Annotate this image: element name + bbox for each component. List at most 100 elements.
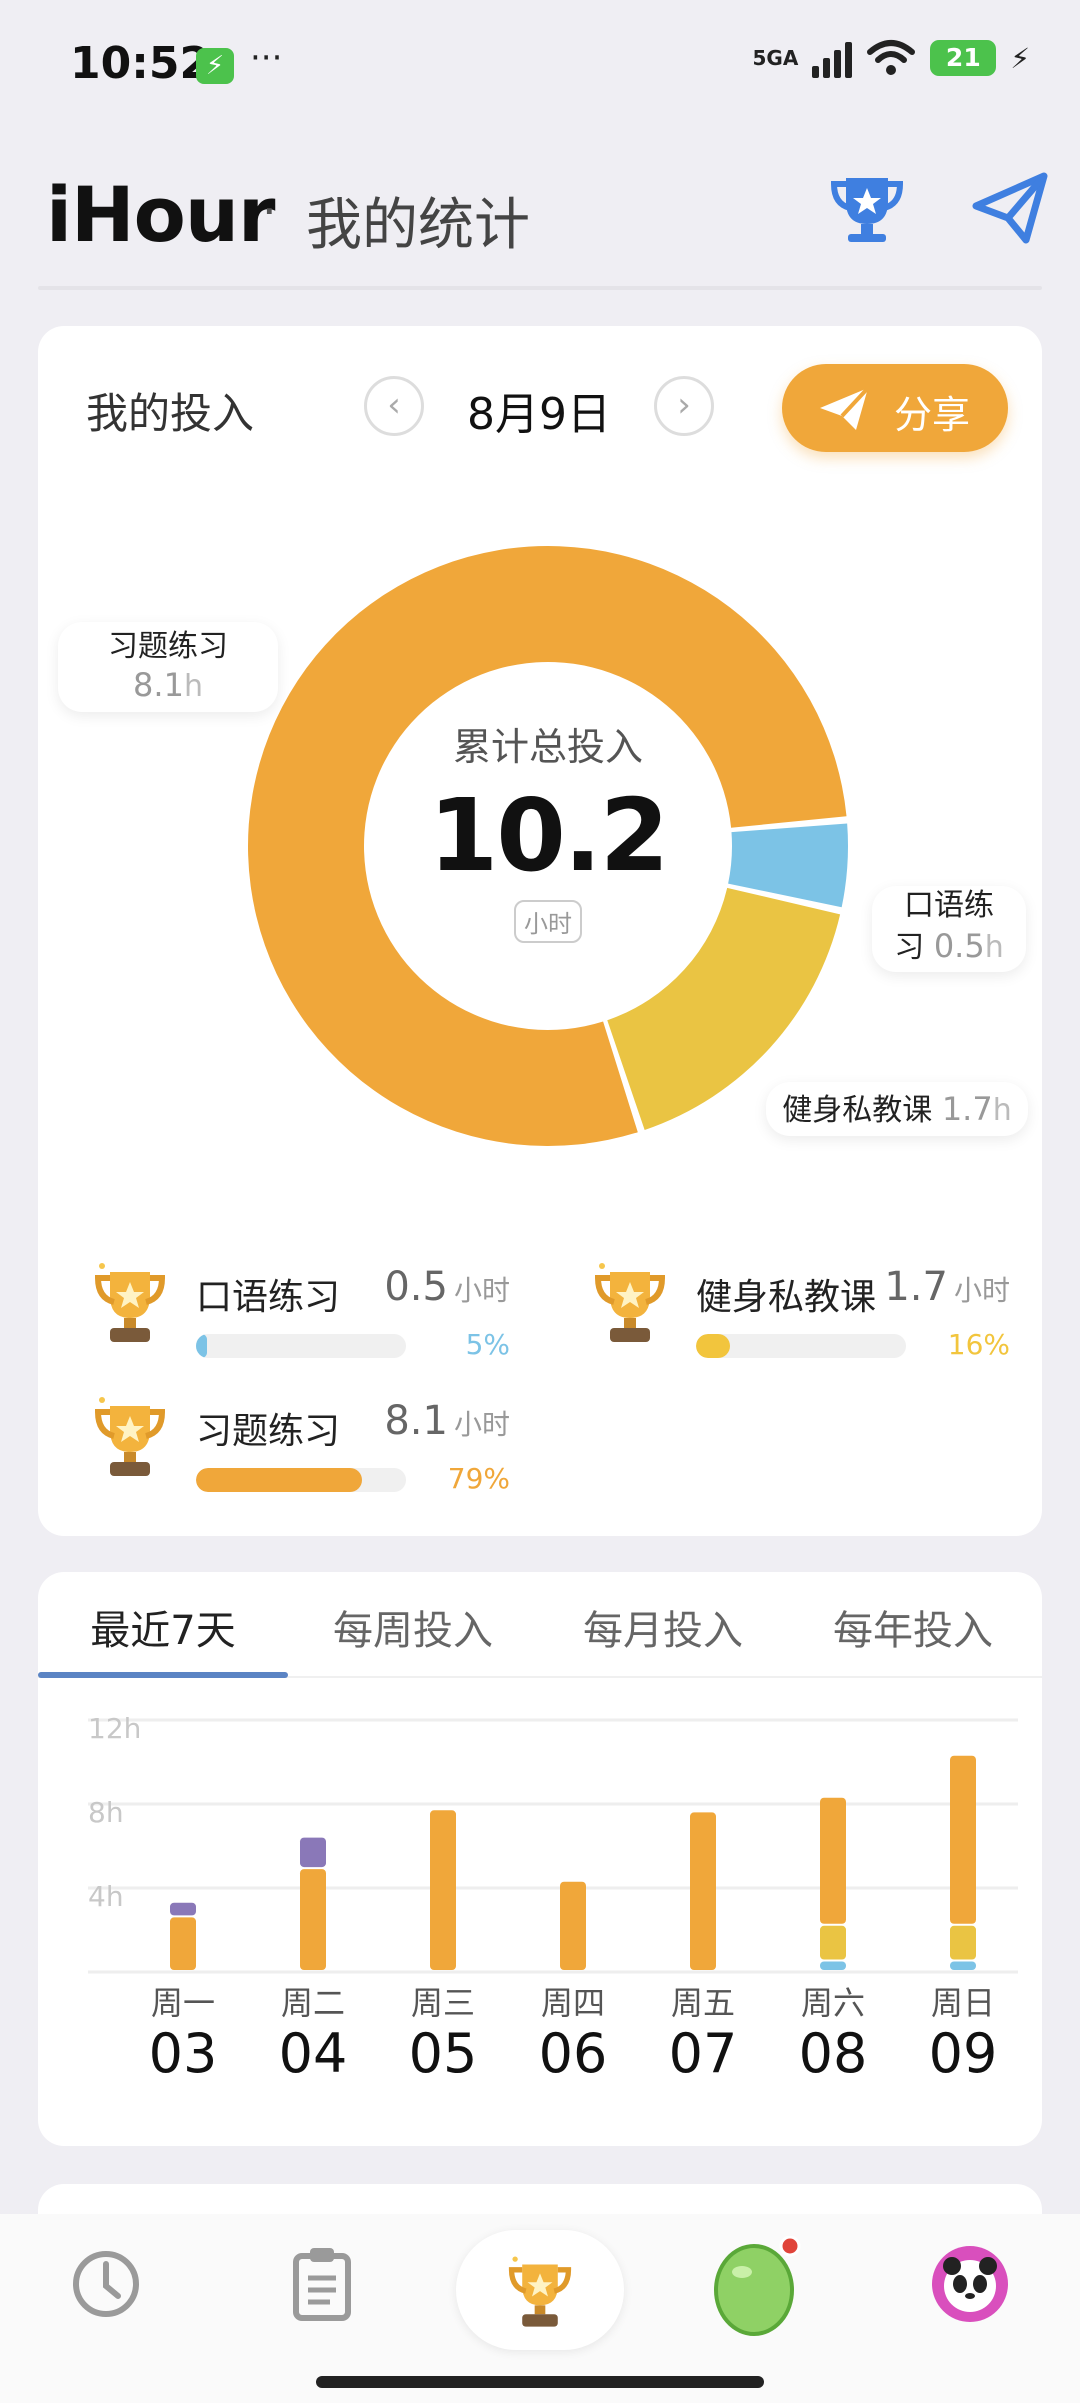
- egg-pet-icon[interactable]: [712, 2236, 802, 2336]
- callout-xiti: 习题练习 8.1h: [58, 622, 278, 712]
- share-button[interactable]: 分享: [782, 364, 1008, 452]
- bar-chart: 12h 8h 4h 周一03 周二04 周三05 周四06 周五07 周六08 周日09: [88, 1712, 1018, 2085]
- legend-value: 8.1 小时: [384, 1398, 510, 1444]
- total-label: 累计总投入: [452, 725, 643, 769]
- bar-segment: [820, 1797, 846, 1924]
- date-label: 8月9日: [467, 389, 611, 440]
- legend-percent: 79%: [447, 1462, 510, 1495]
- callout-unit: h: [183, 669, 203, 704]
- x-weekday-label: 周日: [931, 1984, 995, 2022]
- bar-segment: [820, 1925, 846, 1960]
- x-date-label: 04: [279, 2022, 348, 2085]
- tab-last-7-days[interactable]: 最近7天: [38, 1598, 288, 1656]
- investment-card: 我的投入 ‹ 8月9日 › 分享 累计总投入 10.2 小时 习题练习 8.1h…: [38, 326, 1042, 1536]
- network-type: 5GA: [752, 46, 799, 70]
- app-title: iHour: [46, 170, 275, 259]
- callout-value: 1.7: [941, 1090, 993, 1128]
- share-label: 分享: [894, 393, 971, 437]
- x-date-label: 09: [929, 2022, 998, 2085]
- bar-segment: [170, 1917, 196, 1970]
- legend-name: 习题练习: [196, 1411, 341, 1452]
- callout-name-cont: 习: [894, 930, 925, 965]
- battery-icon: 21: [930, 40, 997, 76]
- bar-segment: [300, 1869, 326, 1970]
- trophy-icon: [590, 1258, 670, 1348]
- trophy-icon[interactable]: [826, 168, 908, 250]
- x-date-label: 07: [669, 2022, 738, 2085]
- trophy-icon: [90, 1258, 170, 1348]
- bar-segment: [560, 1881, 586, 1970]
- y-tick-label: 4h: [88, 1880, 124, 1913]
- progress-fill: [196, 1468, 362, 1492]
- more-status-icon: ···: [250, 38, 283, 78]
- signal-icon: [812, 38, 853, 78]
- charging-app-icon: ⚡: [196, 48, 234, 84]
- progress-fill: [696, 1334, 730, 1358]
- header-divider: [38, 286, 1042, 290]
- callout-unit: h: [992, 1093, 1012, 1128]
- legend-item-jianshen[interactable]: 健身私教课 1.7 小时 16%: [590, 1258, 1010, 1368]
- legend-percent: 16%: [947, 1328, 1010, 1361]
- period-tabs: 最近7天 每周投入 每月投入 每年投入: [38, 1572, 1042, 1678]
- callout-unit: h: [984, 930, 1004, 965]
- bar-segment: [170, 1902, 196, 1916]
- progress-track: [696, 1334, 906, 1358]
- clipboard-icon[interactable]: [290, 2246, 354, 2322]
- tab-monthly[interactable]: 每月投入: [538, 1598, 788, 1656]
- callout-name: 健身私教课: [782, 1093, 933, 1128]
- progress-fill: [196, 1334, 207, 1358]
- x-date-label: 03: [149, 2022, 218, 2085]
- x-weekday-label: 周三: [411, 1984, 475, 2022]
- legend-percent: 5%: [465, 1328, 510, 1361]
- x-date-label: 08: [799, 2022, 868, 2085]
- bar-segment: [950, 1961, 976, 1970]
- y-tick-label: 12h: [88, 1712, 141, 1745]
- status-right: 5GA 21 ⚡: [753, 38, 1030, 78]
- progress-track: [196, 1468, 406, 1492]
- donut-center: 累计总投入 10.2 小时: [348, 716, 748, 943]
- bottom-nav: [0, 2214, 1080, 2403]
- bar-segment: [430, 1810, 456, 1970]
- callout-value: 0.5: [933, 927, 985, 965]
- x-weekday-label: 周二: [281, 1984, 345, 2022]
- total-unit: 小时: [514, 900, 582, 943]
- x-date-label: 05: [409, 2022, 478, 2085]
- section-label: 我的投入: [86, 389, 255, 438]
- trophy-icon: [500, 2252, 580, 2332]
- bar-segment: [950, 1755, 976, 1924]
- tab-weekly[interactable]: 每周投入: [288, 1598, 538, 1656]
- legend-name: 口语练习: [196, 1277, 341, 1318]
- bar-segment: [950, 1925, 976, 1960]
- wifi-icon: [867, 40, 916, 75]
- title-separator: ·: [262, 184, 277, 238]
- trophy-tab-button[interactable]: [456, 2230, 624, 2350]
- callout-kouyu: 口语练 习 0.5h: [872, 886, 1026, 972]
- total-value: 10.2: [428, 777, 670, 894]
- page-title: 我的统计: [306, 193, 530, 258]
- clock-icon[interactable]: [70, 2248, 142, 2320]
- bar-segment: [300, 1837, 326, 1868]
- bar-segment: [820, 1961, 846, 1970]
- x-weekday-label: 周六: [801, 1984, 865, 2022]
- callout-name: 习题练习: [108, 629, 228, 664]
- home-indicator: [316, 2376, 764, 2388]
- panda-avatar-icon[interactable]: [930, 2244, 1010, 2324]
- legend-value: 1.7 小时: [884, 1264, 1010, 1310]
- next-day-button[interactable]: ›: [654, 376, 714, 436]
- app-header: iHour · 我的统计: [0, 150, 1080, 280]
- legend-item-kouyu[interactable]: 口语练习 0.5 小时 5%: [90, 1258, 510, 1368]
- x-weekday-label: 周五: [671, 1984, 735, 2022]
- status-time: 10:52: [70, 38, 211, 89]
- x-date-label: 06: [539, 2022, 608, 2085]
- tab-yearly[interactable]: 每年投入: [788, 1598, 1038, 1656]
- send-icon[interactable]: [970, 168, 1050, 248]
- charging-icon: ⚡: [1010, 41, 1030, 75]
- progress-track: [196, 1334, 406, 1358]
- previous-day-button[interactable]: ‹: [364, 376, 424, 436]
- x-weekday-label: 周一: [151, 1984, 215, 2022]
- bar-segment: [690, 1812, 716, 1970]
- trophy-icon: [90, 1392, 170, 1482]
- status-bar: 10:52 ⚡ ··· 5GA 21 ⚡: [0, 0, 1080, 130]
- legend-item-xiti[interactable]: 习题练习 8.1 小时 79%: [90, 1392, 510, 1502]
- trend-card: 最近7天 每周投入 每月投入 每年投入 12h 8h 4h 周一 03 周二 04 周三 05 周…: [38, 1572, 1042, 2146]
